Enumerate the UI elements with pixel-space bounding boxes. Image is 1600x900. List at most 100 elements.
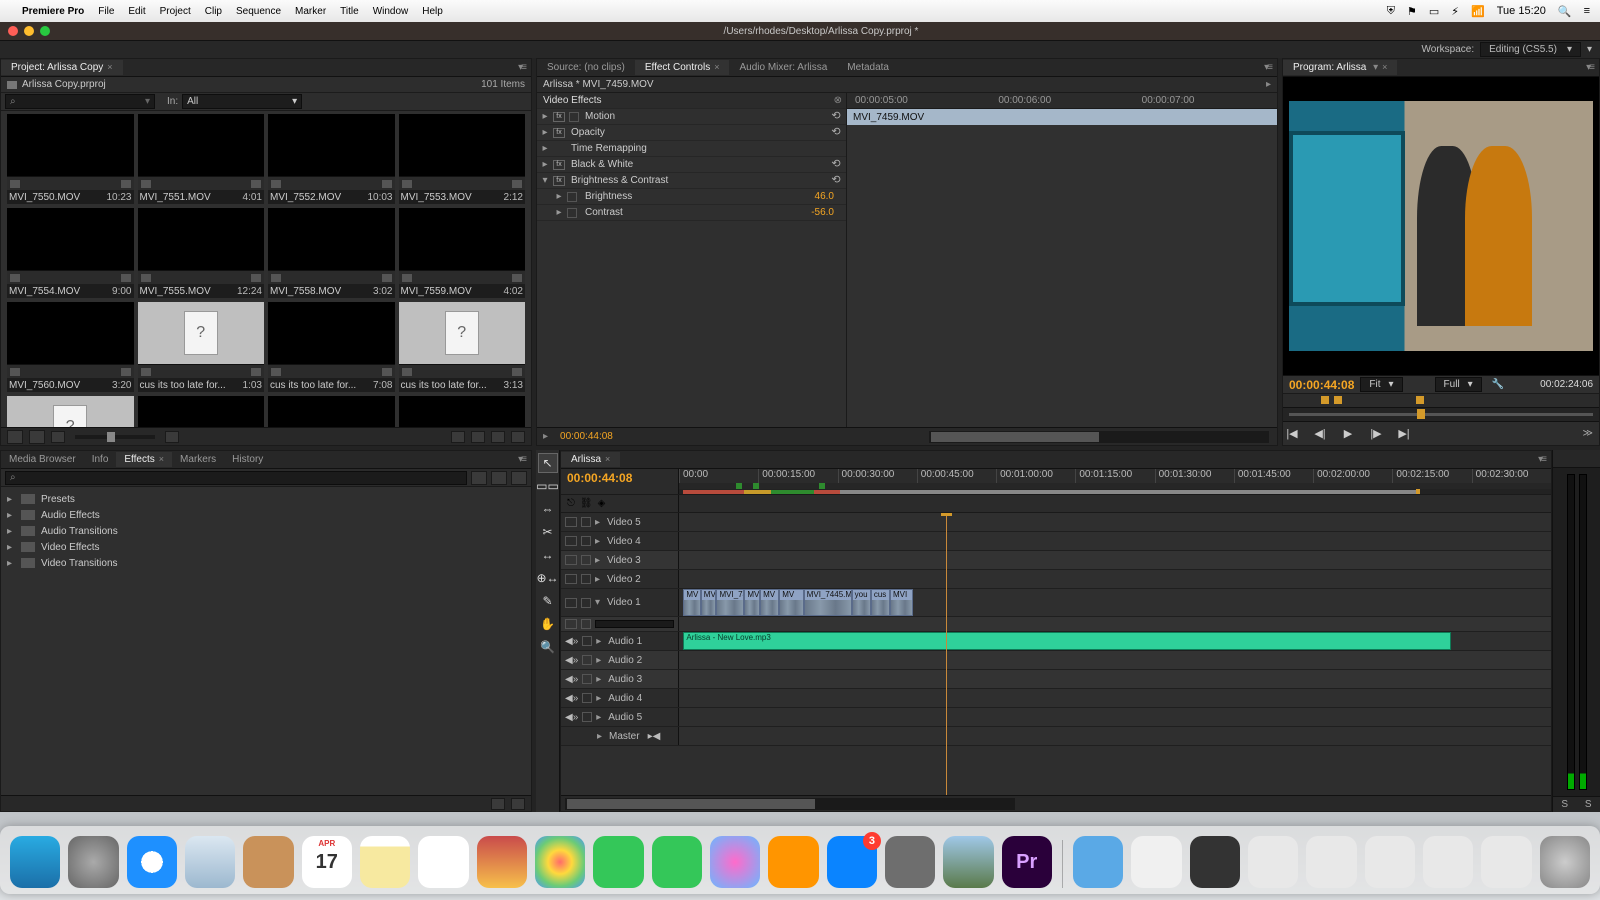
tab-source-2[interactable]: Audio Mixer: Arlissa	[729, 60, 837, 75]
dock-item-stack2[interactable]	[1306, 836, 1356, 888]
menu-clip[interactable]: Clip	[205, 6, 222, 17]
fx-filter-icon[interactable]	[491, 471, 507, 485]
program-marker-bar[interactable]	[1283, 393, 1599, 407]
wrench-icon[interactable]: 🔧	[1492, 379, 1504, 390]
solo-button[interactable]: S	[1585, 799, 1592, 810]
timeline-clip[interactable]: MV	[701, 589, 717, 616]
project-clip[interactable]: MVI_7560.MOV3:20	[7, 302, 134, 392]
timeline-clip[interactable]: you	[852, 589, 871, 616]
menubar-status-item[interactable]: ⚑	[1407, 5, 1417, 18]
project-clip[interactable]: MVI_7554.MOV9:00	[7, 208, 134, 298]
timeline-clip[interactable]: MV	[760, 589, 779, 616]
program-fit-select[interactable]: Fit▾	[1360, 377, 1402, 392]
dock-app-contacts[interactable]	[243, 836, 293, 888]
thumb-size-slider[interactable]	[75, 435, 155, 439]
dock-app-calendar[interactable]: 17APR	[302, 836, 352, 888]
new-preset-bin-button[interactable]	[491, 798, 505, 810]
tab-sequence[interactable]: Arlissa×	[561, 452, 620, 467]
transport-button[interactable]: ◀|	[1311, 426, 1329, 442]
close-window-button[interactable]	[8, 26, 18, 36]
audio-track[interactable]: ◀»▸Audio 2	[561, 651, 1551, 670]
effect-row[interactable]: fxBlack & White⟲	[537, 157, 846, 173]
timeline-ruler[interactable]: 00:0000:00:15:0000:00:30:0000:00:45:0000…	[679, 469, 1551, 494]
effect-row[interactable]: fxMotion⟲	[537, 109, 846, 125]
tab-source-3[interactable]: Metadata	[837, 60, 899, 75]
dock-item-folder[interactable]	[1073, 836, 1123, 888]
sort-button[interactable]	[165, 431, 179, 443]
panel-menu-icon[interactable]: ▾≡	[1580, 62, 1599, 73]
effect-row[interactable]: Time Remapping	[537, 141, 846, 157]
dock-app-preview[interactable]	[943, 836, 993, 888]
video-track[interactable]: ▸Video 4	[561, 532, 1551, 551]
menubar-status-item[interactable]: 📶	[1471, 5, 1485, 18]
effects-folder[interactable]: ▸Audio Effects	[1, 507, 531, 523]
menubar-status-item[interactable]: 🔍	[1558, 5, 1572, 18]
audio-track[interactable]: ◀»▸Audio 3	[561, 670, 1551, 689]
timeline-clip[interactable]: MV	[779, 589, 803, 616]
dock-app-itunes[interactable]	[710, 836, 760, 888]
dock-item-doc1[interactable]	[1131, 836, 1181, 888]
dock-app-ibooks[interactable]	[768, 836, 818, 888]
snap-icon[interactable]: ⎋	[567, 498, 575, 509]
program-viewer[interactable]	[1283, 77, 1599, 375]
project-clip[interactable]: MVI_7551.MOV4:01	[138, 114, 265, 204]
close-icon[interactable]: ×	[605, 454, 610, 464]
transport-more-icon[interactable]: ≫	[1583, 428, 1593, 439]
dock-item-stack3[interactable]	[1365, 836, 1415, 888]
project-clip[interactable]	[268, 396, 395, 427]
menubar-status-item[interactable]: ⛨	[1387, 5, 1395, 18]
tool-button[interactable]: ✋	[539, 615, 557, 633]
project-search-input[interactable]: ⌕ ▾	[5, 94, 155, 109]
video-track[interactable]: ▸Video 5	[561, 513, 1551, 532]
transport-button[interactable]: ▶|	[1395, 426, 1413, 442]
project-clip[interactable]: cus its too late for...1:03	[138, 302, 265, 392]
tab-program[interactable]: Program: Arlissa ▾×	[1283, 60, 1397, 75]
dock-app-photos[interactable]	[535, 836, 585, 888]
audio-track[interactable]: ◀»▸Audio 1Arlissa - New Love.mp3	[561, 632, 1551, 651]
marker-icon[interactable]: ◈	[598, 498, 606, 509]
effects-folder[interactable]: ▸Audio Transitions	[1, 523, 531, 539]
dock-item-stack1[interactable]	[1248, 836, 1298, 888]
tool-button[interactable]: ⊕↔	[539, 569, 557, 587]
fx-filter-icon[interactable]	[511, 471, 527, 485]
project-clip[interactable]: MVI_7559.MOV4:02	[399, 208, 526, 298]
dock-app-appstore[interactable]: 3	[827, 836, 877, 888]
workspace-select[interactable]: Editing (CS5.5)▾	[1480, 42, 1581, 57]
dock-app-launchpad[interactable]	[68, 836, 118, 888]
ec-toggle-icon[interactable]: ▸	[1266, 79, 1271, 90]
menu-window[interactable]: Window	[373, 6, 409, 17]
trash-button[interactable]	[511, 431, 525, 443]
solo-button[interactable]: S	[1561, 799, 1568, 810]
app-name[interactable]: Premiere Pro	[22, 6, 84, 17]
dock-app-safari[interactable]	[127, 836, 177, 888]
close-icon[interactable]: ×	[1382, 62, 1387, 72]
tool-button[interactable]: ✂	[539, 523, 557, 541]
timeline-hscroll[interactable]	[565, 798, 1015, 810]
dock-item-trash[interactable]	[1540, 836, 1590, 888]
timeline-tracks[interactable]: ▸Video 5▸Video 4▸Video 3▸Video 2▾Video 1…	[561, 513, 1551, 795]
dock-app-fantastical[interactable]	[477, 836, 527, 888]
audio-track[interactable]: ◀»▸Audio 4	[561, 689, 1551, 708]
timeline-clip[interactable]: cus	[871, 589, 890, 616]
effect-row[interactable]: Brightness46.0	[537, 189, 846, 205]
tab-markers[interactable]: Markers	[172, 452, 224, 467]
effects-folder[interactable]: ▸Video Transitions	[1, 555, 531, 571]
new-bin-button[interactable]	[471, 431, 485, 443]
zoom-window-button[interactable]	[40, 26, 50, 36]
macos-dock[interactable]: 17APR3Pr	[0, 826, 1600, 894]
timeline-audio-clip[interactable]: Arlissa - New Love.mp3	[683, 632, 1450, 650]
timeline-clip[interactable]: MV	[683, 589, 700, 616]
icon-view-button[interactable]	[29, 430, 45, 444]
program-current-timecode[interactable]: 00:00:44:08	[1289, 378, 1354, 392]
dock-item-doc2[interactable]	[1190, 836, 1240, 888]
effects-search-input[interactable]: ⌕	[5, 471, 467, 485]
timeline-clip[interactable]: MV	[744, 589, 760, 616]
project-clip[interactable]: MVI_7558.MOV3:02	[268, 208, 395, 298]
project-clip[interactable]: MVI_7550.MOV10:23	[7, 114, 134, 204]
tool-button[interactable]: ↖	[539, 454, 557, 472]
dock-item-stack4[interactable]	[1423, 836, 1473, 888]
menu-project[interactable]: Project	[160, 6, 191, 17]
tool-button[interactable]: ↔	[539, 546, 557, 564]
tab-history[interactable]: History	[224, 452, 271, 467]
dock-app-reminders[interactable]	[418, 836, 468, 888]
